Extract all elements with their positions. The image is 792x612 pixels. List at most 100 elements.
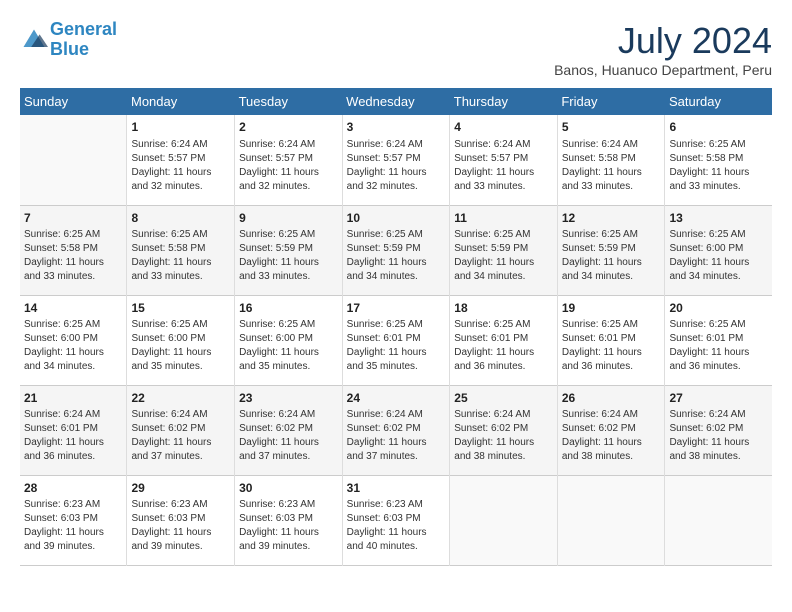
- calendar-day-cell: 7Sunrise: 6:25 AM Sunset: 5:58 PM Daylig…: [20, 205, 127, 295]
- calendar-day-cell: 11Sunrise: 6:25 AM Sunset: 5:59 PM Dayli…: [450, 205, 558, 295]
- weekday-header: Thursday: [450, 88, 558, 115]
- day-info: Sunrise: 6:24 AM Sunset: 6:01 PM Dayligh…: [24, 408, 122, 464]
- day-info: Sunrise: 6:24 AM Sunset: 5:58 PM Dayligh…: [562, 138, 661, 194]
- weekday-header: Friday: [557, 88, 665, 115]
- month-year-title: July 2024: [554, 20, 772, 62]
- weekday-header: Wednesday: [342, 88, 450, 115]
- logo-text: General Blue: [50, 20, 117, 60]
- calendar-day-cell: 25Sunrise: 6:24 AM Sunset: 6:02 PM Dayli…: [450, 385, 558, 475]
- calendar-day-cell: 14Sunrise: 6:25 AM Sunset: 6:00 PM Dayli…: [20, 295, 127, 385]
- page-header: General Blue July 2024 Banos, Huanuco De…: [20, 20, 772, 78]
- day-number: 29: [131, 480, 230, 497]
- calendar-day-cell: 13Sunrise: 6:25 AM Sunset: 6:00 PM Dayli…: [665, 205, 772, 295]
- calendar-day-cell: 8Sunrise: 6:25 AM Sunset: 5:58 PM Daylig…: [127, 205, 235, 295]
- day-info: Sunrise: 6:25 AM Sunset: 5:58 PM Dayligh…: [24, 228, 122, 284]
- day-info: Sunrise: 6:25 AM Sunset: 5:58 PM Dayligh…: [131, 228, 230, 284]
- weekday-header: Saturday: [665, 88, 772, 115]
- calendar-day-cell: 26Sunrise: 6:24 AM Sunset: 6:02 PM Dayli…: [557, 385, 665, 475]
- day-info: Sunrise: 6:25 AM Sunset: 5:59 PM Dayligh…: [562, 228, 661, 284]
- day-number: 8: [131, 210, 230, 227]
- calendar-day-cell: 27Sunrise: 6:24 AM Sunset: 6:02 PM Dayli…: [665, 385, 772, 475]
- day-number: 7: [24, 210, 122, 227]
- calendar-day-cell: 5 Sunrise: 6:24 AM Sunset: 5:58 PM Daylig…: [557, 115, 665, 205]
- day-info: Sunrise: 6:24 AM Sunset: 6:02 PM Dayligh…: [131, 408, 230, 464]
- day-number: 22: [131, 390, 230, 407]
- calendar-day-cell: [20, 115, 127, 205]
- calendar-day-cell: 23Sunrise: 6:24 AM Sunset: 6:02 PM Dayli…: [235, 385, 343, 475]
- calendar-day-cell: 10Sunrise: 6:25 AM Sunset: 5:59 PM Dayli…: [342, 205, 450, 295]
- day-info: Sunrise: 6:23 AM Sunset: 6:03 PM Dayligh…: [239, 498, 338, 554]
- day-number: 27: [669, 390, 768, 407]
- weekday-header: Monday: [127, 88, 235, 115]
- day-info: Sunrise: 6:24 AM Sunset: 5:57 PM Dayligh…: [454, 138, 553, 194]
- day-info: Sunrise: 6:24 AM Sunset: 5:57 PM Dayligh…: [131, 138, 230, 194]
- day-info: Sunrise: 6:25 AM Sunset: 5:59 PM Dayligh…: [454, 228, 553, 284]
- day-number: 21: [24, 390, 122, 407]
- calendar-day-cell: 17Sunrise: 6:25 AM Sunset: 6:01 PM Dayli…: [342, 295, 450, 385]
- calendar-day-cell: 22Sunrise: 6:24 AM Sunset: 6:02 PM Dayli…: [127, 385, 235, 475]
- day-number: 14: [24, 300, 122, 317]
- day-info: Sunrise: 6:25 AM Sunset: 6:01 PM Dayligh…: [562, 318, 661, 374]
- calendar-week-row: 28 Sunrise: 6:23 AM Sunset: 6:03 PM Dayli…: [20, 475, 772, 565]
- day-info: Sunrise: 6:24 AM Sunset: 6:02 PM Dayligh…: [454, 408, 553, 464]
- calendar-day-cell: 28Sunrise: 6:23 AM Sunset: 6:03 PM Dayli…: [20, 475, 127, 565]
- day-number: 28: [24, 480, 122, 497]
- calendar-week-row: 7Sunrise: 6:25 AM Sunset: 5:58 PM Daylig…: [20, 205, 772, 295]
- day-number: 13: [669, 210, 768, 227]
- calendar-day-cell: 21Sunrise: 6:24 AM Sunset: 6:01 PM Dayli…: [20, 385, 127, 475]
- day-info: Sunrise: 6:24 AM Sunset: 6:02 PM Dayligh…: [239, 408, 338, 464]
- calendar-day-cell: 9Sunrise: 6:25 AM Sunset: 5:59 PM Daylig…: [235, 205, 343, 295]
- day-number: 26: [562, 390, 661, 407]
- day-number: 11: [454, 210, 553, 227]
- day-number: 5: [562, 119, 661, 136]
- day-number: 30: [239, 480, 338, 497]
- day-info: Sunrise: 6:25 AM Sunset: 5:59 PM Dayligh…: [347, 228, 446, 284]
- day-info: Sunrise: 6:25 AM Sunset: 6:00 PM Dayligh…: [24, 318, 122, 374]
- day-number: 19: [562, 300, 661, 317]
- day-info: Sunrise: 6:24 AM Sunset: 5:57 PM Dayligh…: [239, 138, 338, 194]
- day-info: Sunrise: 6:25 AM Sunset: 6:00 PM Dayligh…: [239, 318, 338, 374]
- day-info: Sunrise: 6:25 AM Sunset: 5:58 PM Dayligh…: [669, 138, 768, 194]
- calendar-week-row: 21Sunrise: 6:24 AM Sunset: 6:01 PM Dayli…: [20, 385, 772, 475]
- day-info: Sunrise: 6:23 AM Sunset: 6:03 PM Dayligh…: [131, 498, 230, 554]
- day-number: 23: [239, 390, 338, 407]
- day-number: 3: [347, 119, 446, 136]
- calendar-day-cell: 15Sunrise: 6:25 AM Sunset: 6:00 PM Dayli…: [127, 295, 235, 385]
- day-number: 25: [454, 390, 553, 407]
- calendar-day-cell: 3Sunrise: 6:24 AM Sunset: 5:57 PM Daylig…: [342, 115, 450, 205]
- day-number: 17: [347, 300, 446, 317]
- calendar-day-cell: 1 Sunrise: 6:24 AM Sunset: 5:57 PM Daylig…: [127, 115, 235, 205]
- calendar-day-cell: 12Sunrise: 6:25 AM Sunset: 5:59 PM Dayli…: [557, 205, 665, 295]
- day-number: 16: [239, 300, 338, 317]
- calendar-day-cell: 16Sunrise: 6:25 AM Sunset: 6:00 PM Dayli…: [235, 295, 343, 385]
- weekday-header: Sunday: [20, 88, 127, 115]
- day-info: Sunrise: 6:24 AM Sunset: 6:02 PM Dayligh…: [669, 408, 768, 464]
- day-info: Sunrise: 6:24 AM Sunset: 6:02 PM Dayligh…: [347, 408, 446, 464]
- day-number: 24: [347, 390, 446, 407]
- day-number: 12: [562, 210, 661, 227]
- calendar-day-cell: [665, 475, 772, 565]
- day-number: 2: [239, 119, 338, 136]
- day-info: Sunrise: 6:25 AM Sunset: 5:59 PM Dayligh…: [239, 228, 338, 284]
- location-subtitle: Banos, Huanuco Department, Peru: [554, 62, 772, 78]
- day-info: Sunrise: 6:25 AM Sunset: 6:01 PM Dayligh…: [454, 318, 553, 374]
- day-info: Sunrise: 6:24 AM Sunset: 6:02 PM Dayligh…: [562, 408, 661, 464]
- calendar-day-cell: 18Sunrise: 6:25 AM Sunset: 6:01 PM Dayli…: [450, 295, 558, 385]
- day-number: 4: [454, 119, 553, 136]
- calendar-week-row: 14Sunrise: 6:25 AM Sunset: 6:00 PM Dayli…: [20, 295, 772, 385]
- calendar-day-cell: 30Sunrise: 6:23 AM Sunset: 6:03 PM Dayli…: [235, 475, 343, 565]
- calendar-week-row: 1 Sunrise: 6:24 AM Sunset: 5:57 PM Daylig…: [20, 115, 772, 205]
- day-number: 6: [669, 119, 768, 136]
- calendar-header: SundayMondayTuesdayWednesdayThursdayFrid…: [20, 88, 772, 115]
- day-info: Sunrise: 6:25 AM Sunset: 6:01 PM Dayligh…: [347, 318, 446, 374]
- day-number: 1: [131, 119, 230, 136]
- day-number: 9: [239, 210, 338, 227]
- day-number: 18: [454, 300, 553, 317]
- day-number: 20: [669, 300, 768, 317]
- calendar-day-cell: 29Sunrise: 6:23 AM Sunset: 6:03 PM Dayli…: [127, 475, 235, 565]
- calendar-day-cell: 19Sunrise: 6:25 AM Sunset: 6:01 PM Dayli…: [557, 295, 665, 385]
- calendar-day-cell: 6 Sunrise: 6:25 AM Sunset: 5:58 PM Daylig…: [665, 115, 772, 205]
- logo: General Blue: [20, 20, 117, 60]
- day-number: 31: [347, 480, 446, 497]
- calendar-body: 1 Sunrise: 6:24 AM Sunset: 5:57 PM Daylig…: [20, 115, 772, 565]
